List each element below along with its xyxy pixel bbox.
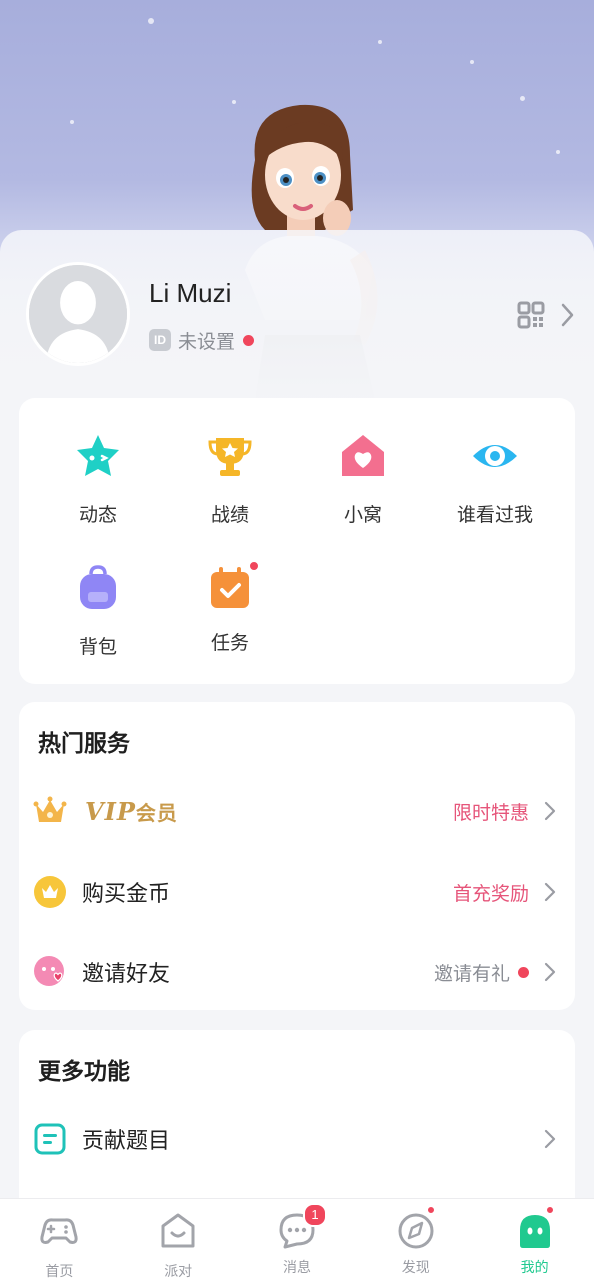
contribute-label: 贡献题目 (82, 1129, 171, 1154)
user-avatar[interactable] (26, 262, 130, 366)
nav-tab-home[interactable]: 首页 (0, 1199, 119, 1280)
quick-functions-card: 动态 战绩 小窝 谁看过我 背包 任务 (19, 398, 575, 684)
grid-item-visitors[interactable]: 谁看过我 (430, 432, 560, 527)
vip-row[interactable]: VIP会员 限时特惠 (19, 781, 575, 841)
grid-label-backpack: 背包 (78, 636, 117, 658)
nav-label: 首页 (45, 1264, 74, 1280)
calendar-check-icon (211, 567, 249, 608)
notification-dot (243, 334, 255, 346)
party-house-icon (161, 1213, 195, 1248)
contribute-questions-row[interactable]: 贡献题目 (19, 1109, 575, 1169)
snow-particle (70, 120, 74, 124)
invite-promo-text: 邀请有礼 (433, 962, 510, 985)
grid-item-dynamics[interactable]: 动态 (33, 432, 163, 527)
grid-label-home: 小窝 (343, 504, 382, 526)
crown-icon (33, 796, 67, 822)
nav-label: 我的 (520, 1260, 549, 1276)
nav-icon-wrap (396, 1205, 436, 1251)
notification-dot (248, 560, 260, 572)
note-icon (34, 1123, 66, 1155)
vip-promo: 限时特惠 (452, 801, 529, 824)
unread-badge: 1 (302, 1203, 327, 1227)
vip-label-sub: 会员 (135, 800, 178, 825)
nav-icon-wrap: 1 (277, 1203, 327, 1251)
chevron-right-icon (544, 1129, 556, 1149)
nav-tab-me[interactable]: 我的 (475, 1199, 594, 1280)
nav-label: 消息 (282, 1260, 311, 1276)
grid-label-tasks: 任务 (210, 632, 249, 654)
grid-label-dynamics: 动态 (78, 504, 117, 526)
buy-coins-row[interactable]: 购买金币 首充奖励 (19, 862, 575, 922)
invite-friends-label: 邀请好友 (82, 962, 171, 987)
buy-coins-label: 购买金币 (82, 882, 171, 907)
user-id-row[interactable]: ID 未设置 (149, 327, 255, 353)
coin-crown-icon (34, 876, 66, 908)
grid-item-record[interactable]: 战绩 (165, 432, 295, 527)
me-icon (519, 1215, 550, 1248)
trophy-icon (208, 438, 252, 476)
snow-particle (556, 150, 560, 154)
hot-services-card: 热门服务 VIP会员 限时特惠 购买金币 首充奖励 邀请好友 邀请有礼 (19, 702, 575, 1010)
username: Li Muzi (149, 278, 232, 308)
bottom-nav: 首页 派对 1 消息 发现 我的 (0, 1198, 594, 1280)
snow-particle (148, 18, 154, 24)
notification-dot (425, 1205, 436, 1215)
snow-particle (378, 40, 382, 44)
notification-dot (518, 966, 529, 978)
backpack-icon (80, 565, 116, 609)
chevron-right-icon (544, 962, 556, 982)
nav-label: 派对 (164, 1264, 193, 1280)
grid-item-home[interactable]: 小窝 (298, 432, 428, 527)
section-title: 更多功能 (38, 1059, 130, 1085)
nav-tab-messages[interactable]: 1 消息 (238, 1199, 357, 1280)
id-badge-icon: ID (149, 329, 171, 351)
nav-icon-wrap (515, 1205, 555, 1251)
grid-item-backpack[interactable]: 背包 (33, 564, 163, 659)
user-id-value: 未设置 (178, 330, 236, 353)
grid-label-record: 战绩 (210, 504, 249, 526)
invite-friends-row[interactable]: 邀请好友 邀请有礼 (19, 942, 575, 1002)
chevron-right-icon (544, 882, 556, 902)
nav-label: 发现 (401, 1260, 430, 1276)
coins-promo: 首充奖励 (452, 882, 529, 905)
task-icon-wrap (206, 560, 260, 612)
nav-tab-party[interactable]: 派对 (119, 1199, 238, 1280)
snow-particle (520, 96, 525, 101)
invite-face-icon (34, 956, 64, 986)
grid-item-tasks[interactable]: 任务 (165, 560, 295, 655)
chevron-right-icon (544, 801, 556, 821)
invite-promo: 邀请有礼 (434, 959, 529, 986)
vip-label-main: VIP (85, 796, 136, 826)
notification-dot (544, 1205, 555, 1215)
chevron-right-icon[interactable] (560, 302, 576, 328)
gamepad-icon (40, 1218, 79, 1244)
snow-particle (470, 60, 474, 64)
section-title: 热门服务 (38, 731, 130, 757)
eye-icon (473, 445, 517, 467)
default-avatar-icon (29, 265, 127, 363)
star-face-icon (77, 435, 119, 476)
home-heart-icon (342, 435, 384, 476)
compass-icon (398, 1213, 434, 1249)
vip-label: VIP会员 (85, 797, 178, 826)
grid-label-visitors: 谁看过我 (456, 504, 533, 526)
nav-tab-discover[interactable]: 发现 (356, 1199, 475, 1280)
qr-code-icon[interactable] (516, 300, 546, 330)
